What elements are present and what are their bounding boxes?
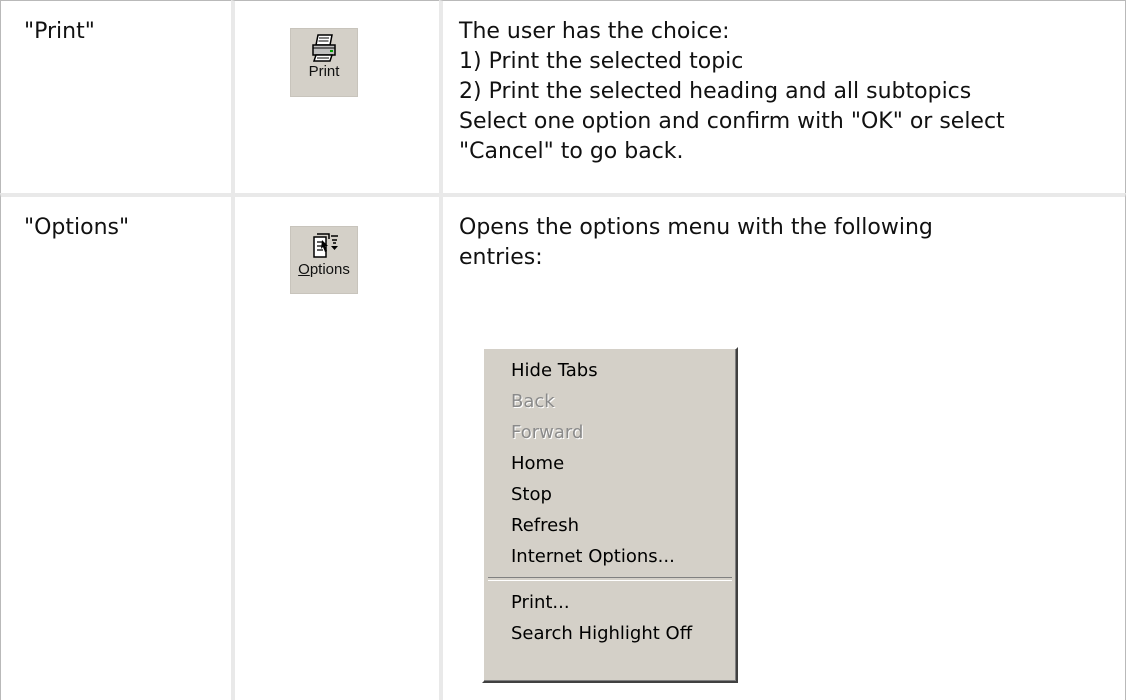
description-options: Opens the options menu with the followin… xyxy=(443,197,1125,273)
description-line: The user has the choice: xyxy=(459,19,730,44)
menu-item-internet-options[interactable]: Internet Options... xyxy=(484,541,736,572)
options-icon xyxy=(313,233,338,258)
options-mnemonic: O xyxy=(298,261,310,278)
options-toolbar-button: Options xyxy=(290,226,358,294)
print-button-label: Print xyxy=(308,63,340,80)
term-print: "Print" xyxy=(24,19,95,44)
menu-item-search-highlight-off[interactable]: Search Highlight Off xyxy=(484,618,736,649)
description-print: The user has the choice: 1) Print the se… xyxy=(443,1,1125,167)
menu-item-home[interactable]: Home xyxy=(484,448,736,479)
term-cell: "Print" xyxy=(0,0,231,193)
description-line: entries: xyxy=(459,245,543,270)
menu-separator xyxy=(488,577,732,581)
menu-item-back: Back xyxy=(511,391,555,412)
description-line: Select one option and confirm with "OK" … xyxy=(459,109,1005,134)
options-menu: Hide Tabs Back Forward Home Stop Refresh… xyxy=(482,347,738,683)
options-label-rest: ptions xyxy=(309,261,350,278)
options-menu-list-secondary: Print... Search Highlight Off xyxy=(484,587,736,649)
menu-item-stop[interactable]: Stop xyxy=(484,479,736,510)
print-toolbar-button: Print xyxy=(290,28,358,97)
menu-item-hide-tabs[interactable]: Hide Tabs xyxy=(484,355,736,386)
description-line: "Cancel" to go back. xyxy=(459,139,684,164)
options-button-label: Options xyxy=(291,261,357,279)
options-menu-list: Hide Tabs Back Forward Home Stop Refresh… xyxy=(484,349,736,572)
description-cell: The user has the choice: 1) Print the se… xyxy=(439,0,1126,193)
menu-item-forward: Forward xyxy=(511,422,584,443)
menu-item-print[interactable]: Print... xyxy=(484,587,736,618)
description-line: 2) Print the selected heading and all su… xyxy=(459,79,972,104)
description-line: 1) Print the selected topic xyxy=(459,49,744,74)
printer-icon xyxy=(312,34,336,62)
description-line: Opens the options menu with the followin… xyxy=(459,215,933,240)
menu-item-refresh[interactable]: Refresh xyxy=(484,510,736,541)
table-row-print: "Print" The user has the choice: 1) Prin… xyxy=(0,0,1126,193)
term-options: "Options" xyxy=(24,215,130,240)
term-cell: "Options" xyxy=(0,193,231,700)
